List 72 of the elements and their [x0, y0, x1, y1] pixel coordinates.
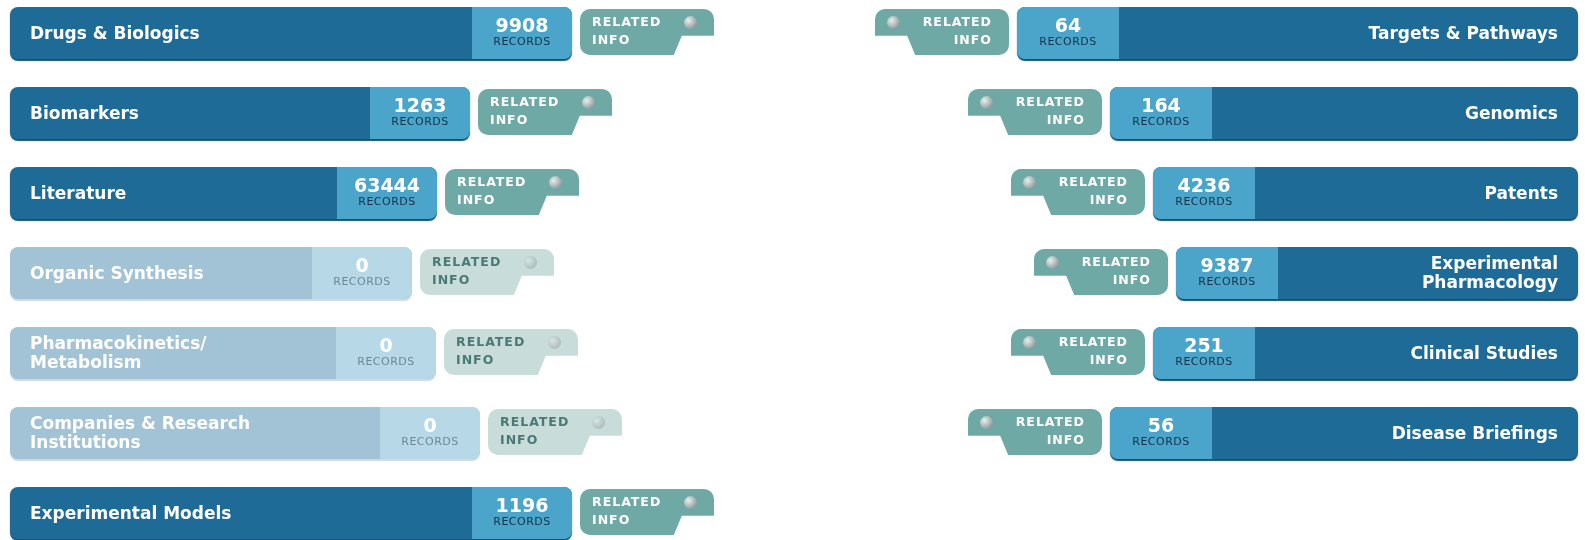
record-count: 1196	[495, 496, 549, 516]
category-label: Disease Briefings	[1390, 421, 1559, 445]
record-count: 4236	[1177, 176, 1231, 196]
records-label: RECORDS	[358, 195, 416, 210]
knob-icon	[1046, 256, 1059, 269]
record-count: 0	[379, 336, 393, 356]
related-info-button[interactable]: RELATED INFO	[1011, 169, 1145, 215]
category-label: Genomics	[1464, 101, 1559, 125]
related-info-button[interactable]: RELATED INFO	[580, 9, 714, 55]
record-count: 63444	[353, 176, 421, 196]
knob-icon	[887, 16, 900, 29]
category-label: Organic Synthesis	[29, 261, 205, 285]
record-count: 0	[423, 416, 437, 436]
category-bar[interactable]: 64 RECORDS Targets & Pathways	[1017, 7, 1578, 59]
records-label: RECORDS	[1198, 275, 1256, 290]
record-count: 0	[355, 256, 369, 276]
records-label: RECORDS	[1175, 195, 1233, 210]
related-info-button[interactable]: RELATED INFO	[445, 169, 579, 215]
category-label: Patents	[1483, 181, 1559, 205]
record-count: 251	[1184, 336, 1224, 356]
category-label: Biomarkers	[29, 101, 140, 125]
knob-icon	[1023, 336, 1036, 349]
knob-icon	[684, 16, 697, 29]
knob-icon	[524, 256, 537, 269]
category-bar[interactable]: Experimental Models 1196 RECORDS	[10, 487, 572, 539]
category-label: Drugs & Biologics	[29, 21, 201, 45]
related-info-button[interactable]: RELATED INFO	[478, 89, 612, 135]
category-bar[interactable]: 164 RECORDS Genomics	[1110, 87, 1578, 139]
related-info-button[interactable]: RELATED INFO	[580, 489, 714, 535]
category-bar[interactable]: 251 RECORDS Clinical Studies	[1153, 327, 1578, 379]
records-label: RECORDS	[357, 355, 415, 370]
category-label: Clinical Studies	[1409, 341, 1559, 365]
record-count: 1263	[393, 96, 447, 116]
records-label: RECORDS	[391, 115, 449, 130]
category-bar[interactable]: 4236 RECORDS Patents	[1153, 167, 1578, 219]
category-label: Literature	[29, 181, 128, 205]
records-label: RECORDS	[1175, 355, 1233, 370]
category-bar[interactable]: 56 RECORDS Disease Briefings	[1110, 407, 1578, 459]
category-label: Companies & Research Institutions	[29, 412, 252, 454]
records-label: RECORDS	[493, 35, 551, 50]
records-label: RECORDS	[333, 275, 391, 290]
knob-icon	[684, 496, 697, 509]
related-info-button[interactable]: RELATED INFO	[968, 409, 1102, 455]
related-info-button[interactable]: RELATED INFO	[875, 9, 1009, 55]
category-bar[interactable]: Literature 63444 RECORDS	[10, 167, 437, 219]
category-bar[interactable]: Biomarkers 1263 RECORDS	[10, 87, 470, 139]
records-label: RECORDS	[401, 435, 459, 450]
records-label: RECORDS	[493, 515, 551, 530]
knob-icon	[980, 416, 993, 429]
related-info-button[interactable]: RELATED INFO	[1034, 249, 1168, 295]
record-count: 9908	[495, 16, 549, 36]
knob-icon	[548, 336, 561, 349]
knob-icon	[582, 96, 595, 109]
record-count: 9387	[1200, 256, 1254, 276]
knob-icon	[549, 176, 562, 189]
category-label: Pharmacokinetics/ Metabolism	[29, 332, 208, 374]
category-label: Experimental Models	[29, 501, 233, 525]
records-label: RECORDS	[1132, 435, 1190, 450]
knob-icon	[980, 96, 993, 109]
knob-icon	[1023, 176, 1036, 189]
records-label: RECORDS	[1132, 115, 1190, 130]
related-info-button[interactable]: RELATED INFO	[968, 89, 1102, 135]
category-bar[interactable]: 9387 RECORDS Experimental Pharmacology	[1176, 247, 1578, 299]
category-label: Targets & Pathways	[1367, 21, 1559, 45]
record-count: 64	[1054, 16, 1082, 36]
records-label: RECORDS	[1039, 35, 1097, 50]
knob-icon	[592, 416, 605, 429]
related-info-button[interactable]: RELATED INFO	[1011, 329, 1145, 375]
record-count: 164	[1141, 96, 1181, 116]
category-bar[interactable]: Drugs & Biologics 9908 RECORDS	[10, 7, 572, 59]
record-count: 56	[1147, 416, 1175, 436]
category-label: Experimental Pharmacology	[1420, 252, 1559, 294]
